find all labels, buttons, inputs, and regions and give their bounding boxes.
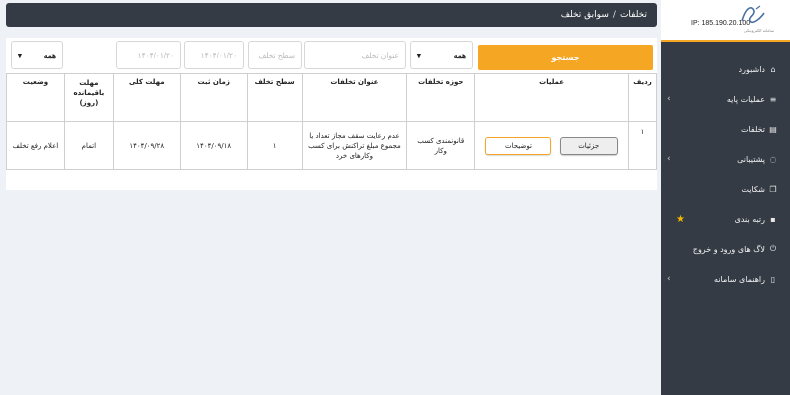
sidebar-item-login-logs[interactable]: لاگ های ورود و خروج ⏻	[661, 234, 790, 264]
sidebar-item-label: لاگ های ورود و خروج	[692, 244, 765, 254]
violations-table: وضعیت مهلت باقیمانده (روز) مهلت کلی زمان…	[6, 73, 658, 170]
col-row: ردیف	[627, 73, 658, 122]
sidebar-item-dashboard[interactable]: داشبورد ⌂	[661, 54, 790, 84]
chevron-left-icon: ‹	[667, 154, 671, 164]
sidebar-item-ranking[interactable]: ★ رتبه بندی ▪	[661, 204, 790, 234]
brand-header: IP: 185.190.20.100 سامانه الکترونیکی	[661, 0, 790, 42]
cell-time: ۱۴۰۴/۰۹/۱۸	[179, 121, 248, 170]
level-input[interactable]: سطح تخلف	[248, 41, 302, 69]
book-icon: ▤	[769, 124, 777, 134]
chevron-left-icon: ‹	[667, 94, 671, 104]
sidebar: IP: 185.190.20.100 سامانه الکترونیکی داش…	[661, 0, 790, 395]
sidebar-item-label: پشتیبانی	[737, 154, 765, 164]
col-level: سطح تخلف	[246, 73, 303, 122]
copy-icon: ❐	[769, 184, 777, 194]
cell-status: اعلام رفع تخلف	[6, 121, 65, 170]
col-area: حوزه تخلفات	[406, 73, 476, 122]
chevron-down-icon: ▾	[417, 50, 421, 60]
col-remaining: مهلت باقیمانده (روز)	[63, 73, 114, 122]
breadcrumb-parent[interactable]: تخلفات	[620, 10, 647, 20]
area-select[interactable]: ▾ همه	[410, 41, 473, 69]
main-card: ▾ همه ۱۴۰۴/۰۱/۲۰ ۱۴۰۴/۰۱/۲۰ سطح تخلف عنو…	[6, 38, 658, 190]
col-time: زمان ثبت	[179, 73, 248, 122]
cell-actions: توضیحات جزئیات	[474, 121, 629, 170]
register-date-field[interactable]: ۱۴۰۴/۰۱/۲۰	[184, 41, 244, 69]
chevron-down-icon: ▾	[18, 50, 22, 60]
sidebar-item-violations[interactable]: تخلفات ▤	[661, 114, 790, 144]
sidebar-item-base-ops[interactable]: ‹ عملیات پایه ≡	[661, 84, 790, 114]
cell-title: عدم رعایت سقف مجاز تعداد یا مجموع مبلغ ت…	[301, 121, 408, 170]
title-input[interactable]: عنوان تخلف	[304, 41, 406, 69]
deadline-date-field[interactable]: ۱۴۰۴/۰۱/۲۰	[116, 41, 181, 69]
table-header-row: وضعیت مهلت باقیمانده (روز) مهلت کلی زمان…	[6, 73, 658, 122]
table-row: اعلام رفع تخلف اتمام ۱۴۰۴/۰۹/۲۸ ۱۴۰۴/۰۹/…	[6, 121, 658, 170]
sidebar-item-label: راهنمای سامانه	[714, 274, 765, 284]
chevron-left-icon: ‹	[667, 274, 671, 284]
cell-level: ۱	[246, 121, 303, 170]
file-icon: ▯	[770, 274, 776, 284]
cell-deadline: ۱۴۰۴/۰۹/۲۸	[112, 121, 181, 170]
sidebar-item-complaint[interactable]: شکایت ❐	[661, 174, 790, 204]
sidebar-item-label: تخلفات	[740, 124, 765, 134]
col-status: وضعیت	[6, 73, 65, 122]
power-icon: ⏻	[769, 244, 777, 253]
star-icon: ★	[676, 213, 685, 225]
breadcrumb-separator: /	[612, 10, 616, 20]
sidebar-item-support[interactable]: ‹ پشتیبانی ◌	[661, 144, 790, 174]
sidebar-item-help[interactable]: ‹ راهنمای سامانه ▯	[661, 264, 790, 294]
search-button[interactable]: جستجو	[478, 45, 653, 70]
menu-icon: ≡	[769, 94, 777, 104]
cell-area: قانونمندی کسب وکار	[406, 121, 476, 170]
chat-icon: ◌	[769, 154, 777, 164]
col-deadline: مهلت کلی	[112, 73, 181, 122]
cell-remaining: اتمام	[63, 121, 114, 170]
cell-row: ۱	[627, 121, 658, 170]
col-title: عنوان تخلفات	[301, 73, 408, 122]
col-actions: عملیات	[474, 73, 629, 122]
logo-icon	[741, 5, 765, 24]
sidebar-item-label: داشبورد	[738, 64, 765, 74]
details-button[interactable]: جزئیات	[559, 136, 618, 155]
logo-subtitle: سامانه الکترونیکی	[743, 28, 774, 33]
status-select[interactable]: ▾ همه	[11, 41, 63, 69]
home-icon: ⌂	[770, 64, 776, 74]
page-header: سوابق تخلف / تخلفات	[6, 3, 657, 27]
sidebar-nav: داشبورد ⌂ ‹ عملیات پایه ≡ تخلفات ▤ ‹ پشت…	[661, 54, 790, 294]
breadcrumb-current: سوابق تخلف	[560, 10, 609, 20]
sidebar-item-label: شکایت	[741, 184, 765, 194]
sidebar-item-label: عملیات پایه	[726, 94, 765, 104]
sidebar-item-label: رتبه بندی	[734, 214, 765, 224]
rank-icon: ▪	[770, 214, 776, 224]
description-button[interactable]: توضیحات	[485, 136, 552, 155]
